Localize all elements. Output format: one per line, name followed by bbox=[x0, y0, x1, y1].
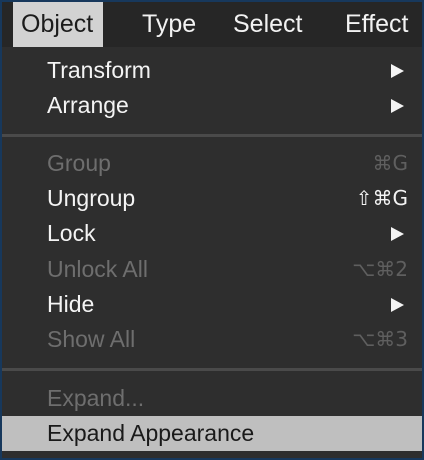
menu-item-label: Show All bbox=[47, 326, 136, 352]
submenu-arrow-icon bbox=[391, 298, 404, 312]
menu-item-ungroup[interactable]: Ungroup ⇧⌘G bbox=[2, 181, 422, 216]
menu-item-unlock-all: Unlock All ⌥⌘2 bbox=[2, 252, 422, 287]
menu-select[interactable]: Select bbox=[233, 2, 302, 47]
menu-item-group: Group ⌘G bbox=[2, 146, 422, 181]
shortcut-label: ⌥⌘2 bbox=[352, 257, 408, 281]
menu-type[interactable]: Type bbox=[142, 2, 196, 47]
app-window: Object Type Select Effect Transform Arra… bbox=[0, 0, 424, 460]
menu-item-label: Hide bbox=[47, 291, 95, 317]
menu-item-label: Transform bbox=[47, 57, 151, 83]
submenu-arrow-icon bbox=[391, 227, 404, 241]
menu-item-expand-appearance[interactable]: Expand Appearance bbox=[2, 416, 422, 451]
menu-item-expand: Expand... bbox=[2, 381, 422, 416]
menu-object[interactable]: Object bbox=[13, 2, 104, 47]
submenu-arrow-icon bbox=[391, 99, 404, 113]
menu-item-lock[interactable]: Lock bbox=[2, 216, 422, 251]
menu-item-transform[interactable]: Transform bbox=[2, 53, 422, 88]
menu-effect[interactable]: Effect bbox=[345, 2, 408, 47]
menu-item-label: Arrange bbox=[47, 92, 129, 118]
menu-item-arrange[interactable]: Arrange bbox=[2, 88, 422, 123]
menu-separator bbox=[2, 134, 422, 137]
menu-item-label: Unlock All bbox=[47, 256, 148, 282]
menu-item-show-all: Show All ⌥⌘3 bbox=[2, 322, 422, 357]
menu-separator bbox=[2, 368, 422, 371]
shortcut-label: ⌘G bbox=[372, 151, 409, 175]
shortcut-label: ⇧⌘G bbox=[355, 186, 408, 210]
menu-item-label: Ungroup bbox=[47, 185, 136, 211]
menu-item-label: Group bbox=[47, 150, 111, 176]
menu-item-label: Expand Appearance bbox=[47, 420, 255, 446]
menu-item-hide[interactable]: Hide bbox=[2, 287, 422, 322]
menu-item-label: Lock bbox=[47, 220, 96, 246]
menu-item-label: Expand... bbox=[47, 385, 145, 411]
shortcut-label: ⌥⌘3 bbox=[352, 327, 408, 351]
menu-bar: Object Type Select Effect bbox=[2, 2, 422, 47]
submenu-arrow-icon bbox=[391, 64, 404, 78]
object-menu-dropdown: Transform Arrange Group ⌘G Ungroup ⇧⌘G L… bbox=[2, 47, 422, 458]
